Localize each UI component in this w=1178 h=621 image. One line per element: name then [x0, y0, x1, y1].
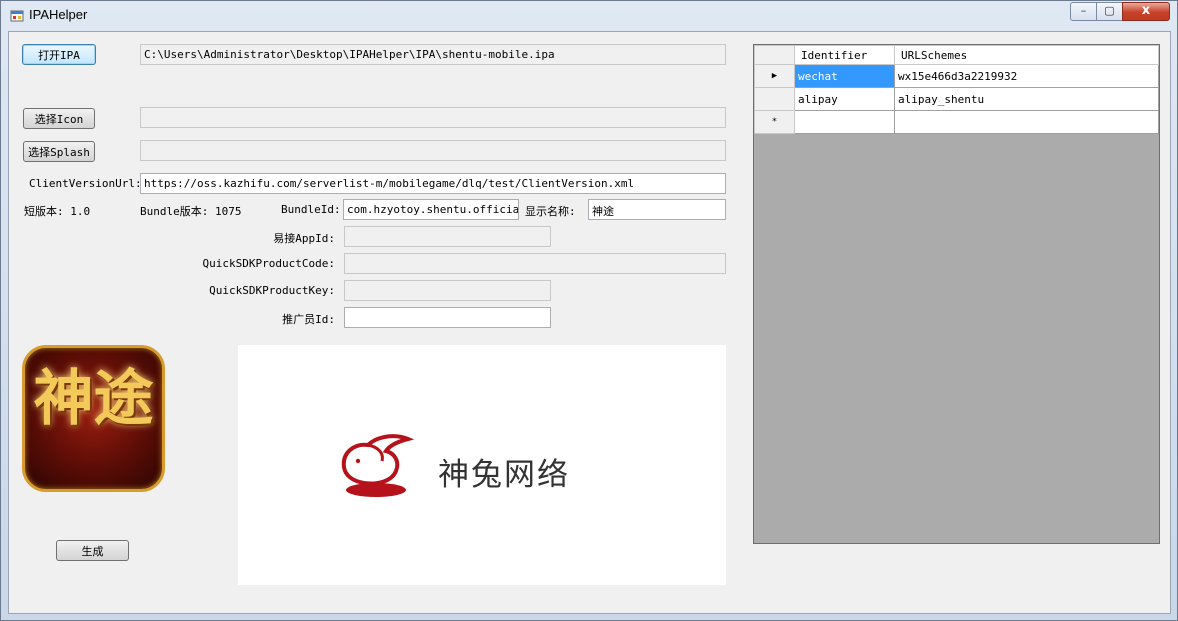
minimize-button[interactable]: – — [1070, 2, 1097, 21]
column-header-urlschemes[interactable]: URLSchemes — [894, 45, 1159, 65]
quicksdk-product-key-label: QuickSDKProductKey: — [209, 284, 335, 297]
grid-header-row: Identifier URLSchemes — [754, 45, 1159, 65]
maximize-icon: ▢ — [1104, 4, 1115, 17]
row-header[interactable] — [754, 87, 795, 111]
select-splash-button[interactable]: 选择Splash — [23, 141, 95, 162]
bundle-version-label: Bundle版本: 1075 — [140, 205, 242, 218]
bundle-id-label: BundleId: — [281, 203, 341, 216]
row-header-current[interactable]: ▶ — [754, 64, 795, 88]
splash-preview: 神兔网络 — [238, 345, 726, 585]
app-icon — [10, 10, 24, 22]
bundle-id-input[interactable]: com.hzyotoy.shentu.official — [343, 199, 519, 220]
short-version-label: 短版本: 1.0 — [24, 205, 91, 218]
close-icon: x — [1141, 3, 1151, 18]
app-window: IPAHelper – ▢ x 打开IPA C:\Users\Administr… — [0, 0, 1178, 621]
cell-urlscheme[interactable]: alipay_shentu — [894, 87, 1159, 111]
grid-corner-header[interactable] — [754, 45, 795, 65]
quicksdk-product-code-input[interactable] — [344, 253, 726, 274]
display-name-input[interactable]: 神途 — [588, 199, 726, 220]
table-row[interactable]: alipay alipay_shentu — [754, 87, 1159, 111]
minimize-icon: – — [1080, 4, 1087, 17]
display-name-label: 显示名称: — [525, 205, 576, 218]
cell-identifier[interactable]: alipay — [794, 87, 895, 111]
close-button[interactable]: x — [1122, 2, 1170, 21]
cell-identifier[interactable] — [794, 110, 895, 134]
client-version-label: ClientVersionUrl: — [29, 177, 142, 190]
client-version-url-input[interactable]: https://oss.kazhifu.com/serverlist-m/mob… — [140, 173, 726, 194]
window-title: IPAHelper — [29, 7, 88, 22]
yijie-appid-label: 易接AppId: — [273, 232, 335, 245]
url-schemes-table: Identifier URLSchemes ▶ wechat wx15e466d… — [754, 45, 1159, 134]
select-icon-button[interactable]: 选择Icon — [23, 108, 95, 129]
icon-path-field[interactable] — [140, 107, 726, 128]
splash-path-field[interactable] — [140, 140, 726, 161]
client-area: 打开IPA C:\Users\Administrator\Desktop\IPA… — [8, 31, 1171, 614]
table-row[interactable]: ▶ wechat wx15e466d3a2219932 — [754, 64, 1159, 88]
app-icon-preview: 神途 — [22, 345, 165, 492]
title-bar: IPAHelper – ▢ x — [1, 1, 1177, 31]
ipa-path-field[interactable]: C:\Users\Administrator\Desktop\IPAHelper… — [140, 44, 726, 65]
quicksdk-product-code-label: QuickSDKProductCode: — [202, 257, 335, 270]
yijie-appid-input[interactable] — [344, 226, 551, 247]
quicksdk-product-key-input[interactable] — [344, 280, 551, 301]
open-ipa-button[interactable]: 打开IPA — [22, 44, 96, 65]
new-row[interactable]: * — [754, 110, 1159, 134]
cell-urlscheme[interactable]: wx15e466d3a2219932 — [894, 64, 1159, 88]
maximize-button[interactable]: ▢ — [1096, 2, 1123, 21]
column-header-identifier[interactable]: Identifier — [794, 45, 895, 65]
url-schemes-grid[interactable]: Identifier URLSchemes ▶ wechat wx15e466d… — [753, 44, 1160, 544]
cell-urlscheme[interactable] — [894, 110, 1159, 134]
promoter-id-label: 推广员Id: — [282, 313, 335, 326]
cell-identifier[interactable]: wechat — [794, 64, 895, 88]
generate-button[interactable]: 生成 — [56, 540, 129, 561]
row-header-new[interactable]: * — [754, 110, 795, 134]
app-icon-glyph: 神途 — [33, 364, 154, 434]
rabbit-logo-icon — [341, 434, 414, 497]
promoter-id-input[interactable] — [344, 307, 551, 328]
splash-brand-text: 神兔网络 — [438, 457, 570, 493]
